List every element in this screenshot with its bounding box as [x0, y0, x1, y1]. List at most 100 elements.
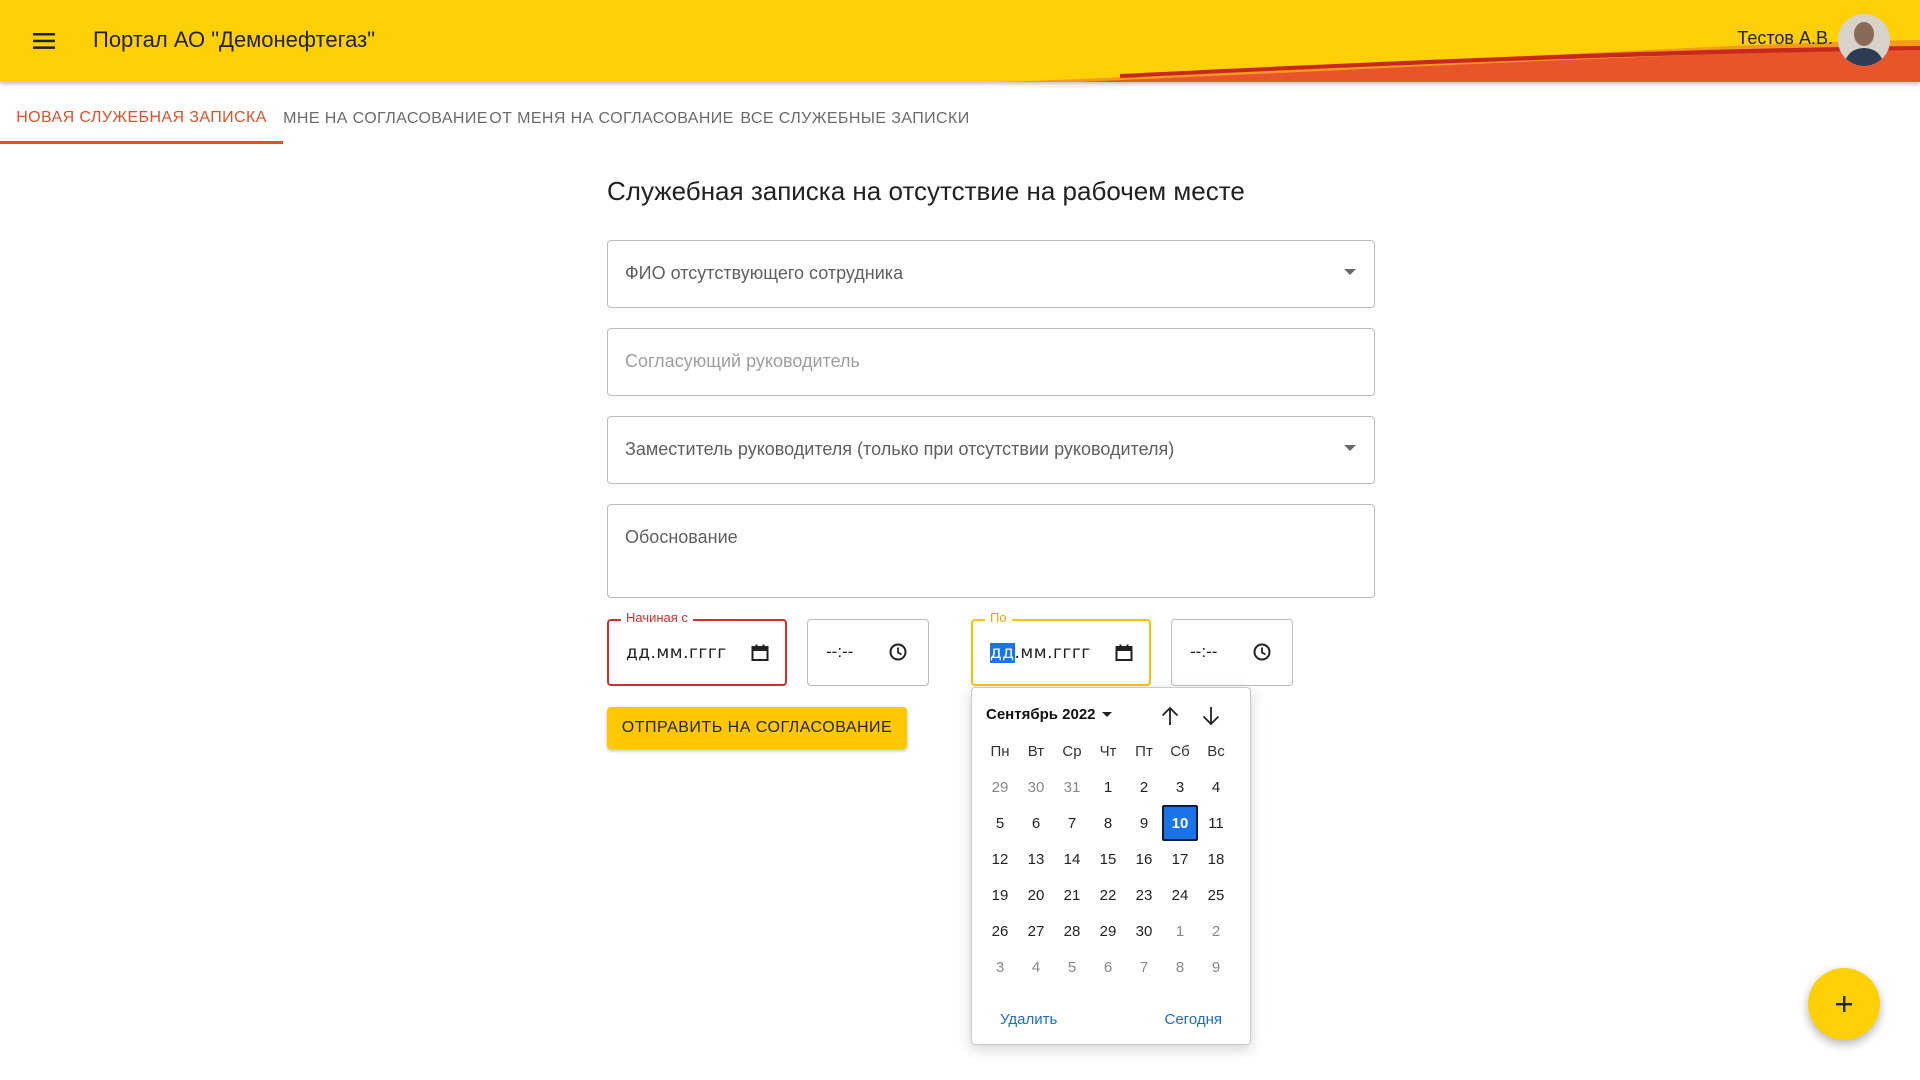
- tab-for-my-approval[interactable]: МНЕ НА СОГЛАСОВАНИЕ: [283, 94, 488, 144]
- calendar-day[interactable]: 3: [982, 949, 1018, 985]
- calendar-day[interactable]: 20: [1018, 877, 1054, 913]
- calendar-day[interactable]: 9: [1126, 805, 1162, 841]
- start-date-input[interactable]: Начиная с дд.мм.гггг: [607, 610, 787, 686]
- menu-button[interactable]: [24, 21, 64, 61]
- start-time-input[interactable]: --:--: [807, 619, 929, 686]
- caret-down-icon: [1101, 712, 1112, 717]
- app-title: Портал АО "Демонефтегаз": [93, 27, 376, 52]
- calendar-day[interactable]: 7: [1126, 949, 1162, 985]
- chevron-down-icon: [1344, 445, 1356, 451]
- form-title: Служебная записка на отсутствие на рабоч…: [607, 176, 1245, 206]
- calendar-icon[interactable]: [1114, 643, 1134, 663]
- manager-field[interactable]: Согласующий руководитель: [607, 328, 1375, 396]
- submit-for-approval-button[interactable]: ОТПРАВИТЬ НА СОГЛАСОВАНИЕ: [607, 707, 907, 749]
- calendar-day[interactable]: 6: [1018, 805, 1054, 841]
- calendar-day[interactable]: 21: [1054, 877, 1090, 913]
- weekday-header: Чт: [1099, 742, 1117, 760]
- calendar-day[interactable]: 1: [1162, 913, 1198, 949]
- calendar-day[interactable]: 8: [1090, 805, 1126, 841]
- calendar-day[interactable]: 28: [1054, 913, 1090, 949]
- deputy-placeholder: Заместитель руководителя (только при отс…: [625, 439, 1175, 459]
- employee-placeholder: ФИО отсутствующего сотрудника: [625, 263, 904, 283]
- menu-icon: [33, 33, 55, 49]
- weekday-header: Вс: [1207, 742, 1225, 760]
- end-time-input[interactable]: --:--: [1171, 619, 1293, 686]
- arrow-down-icon: [1202, 707, 1220, 726]
- clock-icon[interactable]: [1252, 642, 1272, 662]
- calendar-day[interactable]: 11: [1198, 805, 1234, 841]
- date-picker-popup: Сентябрь 2022 Пн Вт Ср Чт Пт Сб Вс 29 30 31 1 2 3 4 5 6…: [971, 687, 1251, 1045]
- calendar-day[interactable]: 4: [1018, 949, 1054, 985]
- manager-placeholder: Согласующий руководитель: [625, 351, 860, 371]
- reason-textarea[interactable]: Обоснование: [607, 504, 1375, 598]
- calendar-day[interactable]: 25: [1198, 877, 1234, 913]
- weekday-header: Сб: [1170, 742, 1190, 760]
- calendar-day[interactable]: 4: [1198, 769, 1234, 805]
- calendar-day[interactable]: 29: [1090, 913, 1126, 949]
- calendar-day-selected[interactable]: 10: [1162, 805, 1198, 841]
- plus-icon: [1836, 996, 1852, 1012]
- chevron-down-icon: [1344, 269, 1356, 275]
- user-name[interactable]: Тестов А.В.: [1737, 28, 1833, 49]
- employee-select[interactable]: ФИО отсутствующего сотрудника: [607, 240, 1375, 308]
- calendar-day[interactable]: 15: [1090, 841, 1126, 877]
- end-date-input[interactable]: По дд.мм.гггг: [971, 610, 1151, 686]
- tab-all-memos[interactable]: ВСЕ СЛУЖЕБНЫЕ ЗАПИСКИ: [735, 94, 975, 144]
- calendar-day[interactable]: 18: [1198, 841, 1234, 877]
- calendar-day[interactable]: 19: [982, 877, 1018, 913]
- start-date-value: дд.мм.гггг: [626, 643, 727, 663]
- avatar-image: [1838, 14, 1890, 66]
- calendar-day[interactable]: 13: [1018, 841, 1054, 877]
- next-month-button[interactable]: [1197, 702, 1225, 730]
- calendar-day[interactable]: 29: [982, 769, 1018, 805]
- weekday-header: Пн: [990, 742, 1010, 760]
- calendar-day[interactable]: 30: [1126, 913, 1162, 949]
- clock-icon[interactable]: [888, 642, 908, 662]
- calendar-day[interactable]: 1: [1090, 769, 1126, 805]
- end-date-label: По: [985, 610, 1012, 625]
- today-button[interactable]: Сегодня: [1165, 1011, 1223, 1028]
- month-year-selector[interactable]: Сентябрь 2022: [986, 706, 1112, 723]
- weekday-header: Пт: [1135, 742, 1153, 760]
- calendar-day[interactable]: 5: [982, 805, 1018, 841]
- tab-sent-for-approval[interactable]: ОТ МЕНЯ НА СОГЛАСОВАНИЕ: [488, 94, 735, 144]
- calendar-day[interactable]: 31: [1054, 769, 1090, 805]
- end-date-value: дд.мм.гггг: [990, 643, 1091, 663]
- reason-placeholder: Обоснование: [625, 527, 738, 547]
- calendar-day[interactable]: 23: [1126, 877, 1162, 913]
- calendar-day[interactable]: 14: [1054, 841, 1090, 877]
- calendar-day[interactable]: 22: [1090, 877, 1126, 913]
- calendar-day[interactable]: 5: [1054, 949, 1090, 985]
- weekday-header: Ср: [1062, 742, 1082, 760]
- tab-new-memo[interactable]: НОВАЯ СЛУЖЕБНАЯ ЗАПИСКА: [0, 94, 283, 144]
- weekday-header: Вт: [1027, 742, 1045, 760]
- calendar-grid: Пн Вт Ср Чт Пт Сб Вс 29 30 31 1 2 3 4 5 6 7 8 9 10 11 12 13 14 1…: [982, 733, 1234, 985]
- calendar-day[interactable]: 24: [1162, 877, 1198, 913]
- calendar-day[interactable]: 3: [1162, 769, 1198, 805]
- app-bar: Портал АО "Демонефтегаз" Тестов А.В.: [0, 0, 1920, 82]
- start-time-value: --:--: [826, 642, 854, 661]
- calendar-day[interactable]: 27: [1018, 913, 1054, 949]
- deputy-select[interactable]: Заместитель руководителя (только при отс…: [607, 416, 1375, 484]
- calendar-day[interactable]: 12: [982, 841, 1018, 877]
- calendar-day[interactable]: 6: [1090, 949, 1126, 985]
- calendar-icon[interactable]: [750, 643, 770, 663]
- avatar[interactable]: [1838, 14, 1890, 66]
- add-fab-button[interactable]: [1808, 968, 1880, 1040]
- arrow-up-icon: [1161, 706, 1179, 725]
- calendar-day[interactable]: 7: [1054, 805, 1090, 841]
- calendar-day[interactable]: 2: [1198, 913, 1234, 949]
- calendar-day[interactable]: 26: [982, 913, 1018, 949]
- calendar-day[interactable]: 8: [1162, 949, 1198, 985]
- start-date-label: Начиная с: [621, 610, 693, 625]
- clear-date-button[interactable]: Удалить: [1000, 1011, 1057, 1028]
- calendar-day[interactable]: 9: [1198, 949, 1234, 985]
- calendar-day[interactable]: 30: [1018, 769, 1054, 805]
- calendar-day[interactable]: 16: [1126, 841, 1162, 877]
- calendar-day[interactable]: 17: [1162, 841, 1198, 877]
- end-time-value: --:--: [1190, 642, 1218, 661]
- month-year-label: Сентябрь 2022: [986, 706, 1096, 723]
- prev-month-button[interactable]: [1156, 702, 1184, 730]
- tabs-bar: НОВАЯ СЛУЖЕБНАЯ ЗАПИСКА МНЕ НА СОГЛАСОВА…: [0, 94, 975, 144]
- calendar-day[interactable]: 2: [1126, 769, 1162, 805]
